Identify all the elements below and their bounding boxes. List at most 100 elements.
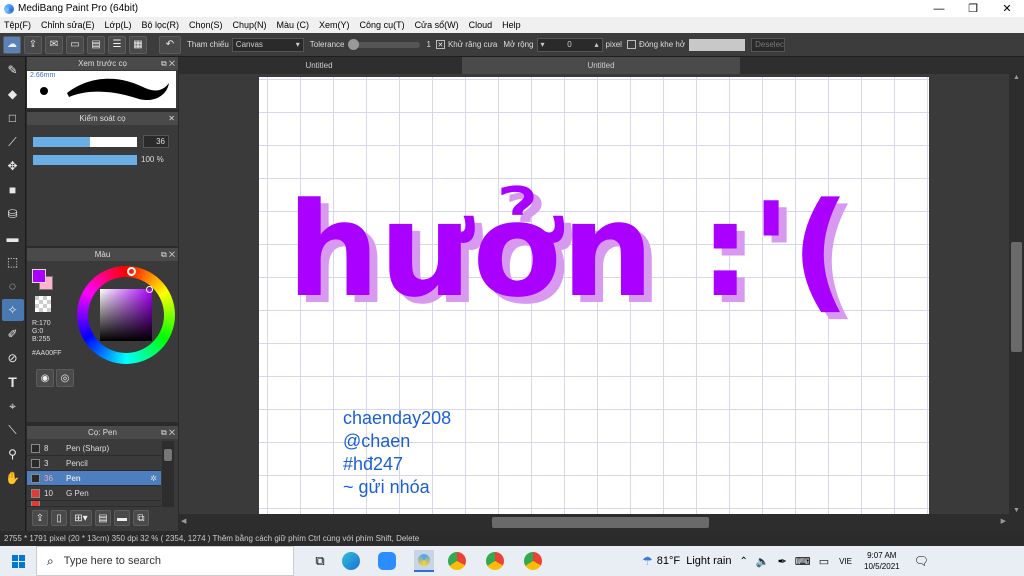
menu-cloud[interactable]: Cloud [469, 20, 493, 30]
new-brush-icon[interactable]: ▯ [51, 510, 67, 526]
undo-icon[interactable]: ↶ [159, 35, 181, 54]
taskbar-search-box[interactable]: ⌕ Type here to search [36, 546, 294, 576]
close-gap-field[interactable] [689, 38, 746, 51]
move-tool-icon[interactable]: ✥ [2, 155, 24, 177]
scroll-down-icon[interactable]: ▼ [1009, 507, 1024, 514]
gear-icon[interactable]: ✲ [150, 474, 157, 483]
tab-untitled-2[interactable]: Untitled [462, 57, 740, 74]
expand-spinner[interactable]: ▾ 0 ▴ [536, 37, 603, 52]
palette-icon[interactable]: ◉ [36, 369, 54, 387]
select-rect-tool-icon[interactable]: ⬚ [2, 251, 24, 273]
scroll-thumb[interactable] [1011, 242, 1022, 352]
cloud-brush-icon[interactable]: ⇪ [32, 510, 48, 526]
tab-untitled-1[interactable]: Untitled [249, 57, 389, 74]
list-icon[interactable]: ☰ [108, 35, 126, 54]
hue-marker[interactable] [127, 267, 136, 276]
line-tool-icon[interactable]: ⟋ [2, 131, 24, 153]
close-button[interactable]: ✕ [990, 0, 1024, 17]
medibang-app-icon[interactable] [414, 550, 434, 572]
grid-icon[interactable]: ▦ [129, 35, 147, 54]
panel-close-icon[interactable]: ⧉ ✕ [161, 426, 175, 439]
antialias-checkbox[interactable]: ✕ [435, 40, 445, 49]
brush-size-value[interactable]: 36 [143, 135, 169, 148]
horizontal-scrollbar[interactable]: ◀ ▶ [179, 514, 1024, 531]
menu-tools[interactable]: Công cụ(T) [360, 20, 405, 30]
brush-settings-icon[interactable]: ▤ [95, 510, 111, 526]
menu-select[interactable]: Chọn(S) [189, 20, 223, 30]
lasso-tool-icon[interactable]: ◌ [2, 275, 24, 297]
slider-knob[interactable] [348, 38, 360, 50]
select-pen-tool-icon[interactable]: ✐ [2, 323, 24, 345]
share-icon[interactable]: ⇪ [24, 35, 42, 54]
menu-filter[interactable]: Bộ lọc(R) [141, 20, 179, 30]
list-item[interactable]: 3 Pencil [27, 456, 161, 471]
tolerance-slider[interactable] [348, 38, 421, 50]
menu-window[interactable]: Cửa sổ(W) [415, 20, 459, 30]
transparent-swatch[interactable] [35, 296, 51, 312]
network-icon[interactable]: ▭ [819, 555, 829, 568]
menu-snap[interactable]: Chụp(N) [233, 20, 267, 30]
pen-icon[interactable]: ✒ [778, 555, 787, 568]
folder-icon[interactable]: ▬ [114, 510, 130, 526]
input-language[interactable]: VIE [839, 557, 852, 566]
gradient-tool-icon[interactable]: ▬ [2, 227, 24, 249]
fill-shape-tool-icon[interactable]: ■ [2, 179, 24, 201]
duplicate-icon[interactable]: ⧉ [133, 510, 149, 526]
scroll-left-icon[interactable]: ◀ [181, 517, 186, 525]
chrome-profile-2-icon[interactable] [524, 552, 542, 570]
panel-close-icon[interactable]: ✕ [168, 112, 175, 125]
menu-view[interactable]: Xem(Y) [319, 20, 350, 30]
list-item-selected[interactable]: 36 Pen ✲ [27, 471, 161, 486]
operation-tool-icon[interactable]: ⌖ [2, 395, 24, 417]
canvas-paper[interactable]: hưởn :'( hưởn :'( chaenday208 @chaen #hđ… [259, 77, 929, 514]
list-item[interactable] [27, 501, 161, 507]
chrome-icon[interactable] [448, 552, 466, 570]
brush-tool-icon[interactable]: ✎ [2, 59, 24, 81]
foreground-color-swatch[interactable] [32, 269, 46, 283]
saturation-value-square[interactable] [100, 289, 152, 341]
menu-help[interactable]: Help [502, 20, 521, 30]
zoom-app-icon[interactable] [378, 552, 396, 570]
menu-edit[interactable]: Chỉnh sửa(E) [41, 20, 95, 30]
scroll-up-icon[interactable]: ▲ [1009, 74, 1024, 81]
minimize-button[interactable]: — [922, 0, 956, 17]
speaker-icon[interactable]: 🔈 [756, 555, 770, 568]
reference-select[interactable]: Canvas ▾ [231, 37, 304, 52]
magic-wand-tool-icon[interactable]: ✧ [1, 299, 24, 321]
brush-list-scrollbar[interactable] [162, 441, 174, 507]
edge-icon[interactable] [342, 552, 360, 570]
scroll-thumb[interactable] [164, 449, 172, 461]
menu-layer[interactable]: Lớp(L) [105, 20, 132, 30]
select-eraser-tool-icon[interactable]: ⊘ [2, 347, 24, 369]
task-view-icon[interactable]: ⧉ [306, 553, 334, 569]
eyedropper-tool-icon[interactable]: ⚲ [2, 443, 24, 465]
menu-file[interactable]: Tệp(F) [4, 20, 31, 30]
menu-color[interactable]: Màu (C) [277, 20, 310, 30]
eraser-tool-icon[interactable]: ◆ [2, 83, 24, 105]
page-icon[interactable]: ▭ [66, 35, 84, 54]
panel-close-icon[interactable]: ⧉ ✕ [161, 248, 175, 261]
palette-add-icon[interactable]: ◎ [56, 369, 74, 387]
list-item[interactable]: 10 G Pen [27, 486, 161, 501]
chevron-up-icon[interactable]: ⌃ [739, 556, 747, 567]
divide-tool-icon[interactable]: ⟍ [2, 419, 24, 441]
scroll-thumb[interactable] [492, 517, 709, 528]
canvas-area[interactable]: hưởn :'( hưởn :'( chaenday208 @chaen #hđ… [179, 74, 1009, 514]
chrome-profile-icon[interactable] [486, 552, 504, 570]
hand-tool-icon[interactable]: ✋ [2, 467, 24, 489]
notification-icon[interactable]: 🗨 [914, 554, 929, 568]
comment-icon[interactable]: ✉ [45, 35, 63, 54]
panel-close-icon[interactable]: ⧉ ✕ [161, 57, 175, 70]
sv-marker[interactable] [146, 286, 153, 293]
deselect-button[interactable]: Deselec [751, 37, 786, 52]
scroll-right-icon[interactable]: ▶ [1001, 517, 1006, 525]
cloud-icon[interactable]: ☁ [3, 35, 21, 54]
rectangle-tool-icon[interactable]: □ [2, 107, 24, 129]
windows-start-icon[interactable] [0, 546, 36, 576]
add-brush-icon[interactable]: ⊞▾ [70, 510, 92, 526]
opacity-slider[interactable] [33, 155, 137, 165]
clock[interactable]: 9:07 AM 10/5/2021 [864, 550, 900, 572]
list-item[interactable]: 8 Pen (Sharp) [27, 441, 161, 456]
close-gap-checkbox[interactable] [626, 40, 636, 49]
brush-size-slider[interactable] [33, 137, 137, 147]
